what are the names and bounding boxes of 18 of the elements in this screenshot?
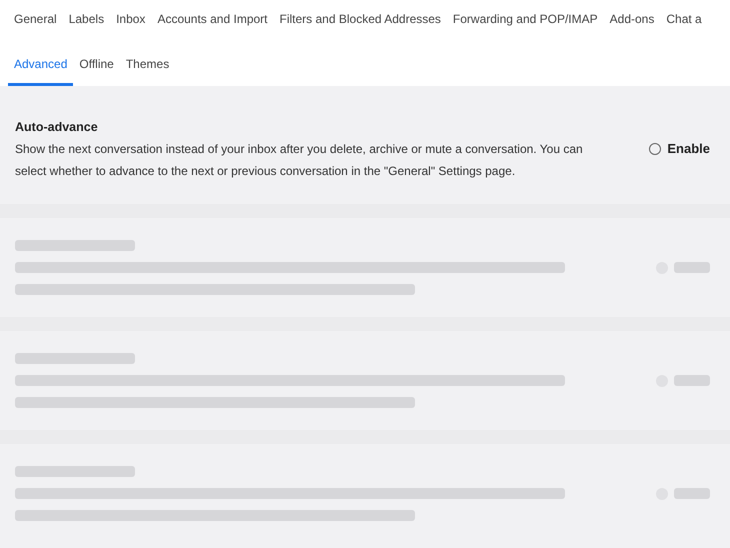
settings-tab[interactable]: Forwarding and POP/IMAP (446, 2, 604, 41)
settings-tab[interactable]: Chat a (660, 2, 708, 41)
blurred-label (674, 375, 710, 386)
settings-tab[interactable]: Filters and Blocked Addresses (274, 2, 447, 41)
blurred-label (674, 488, 710, 499)
settings-tab[interactable]: Labels (62, 2, 110, 41)
settings-tab[interactable]: Themes (120, 47, 176, 86)
settings-tab[interactable]: Accounts and Import (151, 2, 274, 41)
setting-description: Show the next conversation instead of your inbox after you delete, archive or mute a conversation. You can select whether to advance to the next or previous conversation in the "General" Settings page. (15, 141, 584, 180)
radio-icon (649, 143, 662, 155)
enable-radio[interactable]: Enable (649, 139, 710, 159)
blurred-label (674, 262, 710, 273)
settings-tab[interactable]: General (8, 2, 63, 41)
settings-tab[interactable]: Offline (73, 47, 120, 86)
settings-tab[interactable]: Add-ons (604, 2, 660, 41)
setting-title: Auto-advance (15, 119, 99, 136)
settings-tab[interactable]: Inbox (110, 2, 152, 41)
settings-tab[interactable]: Advanced (8, 47, 74, 86)
